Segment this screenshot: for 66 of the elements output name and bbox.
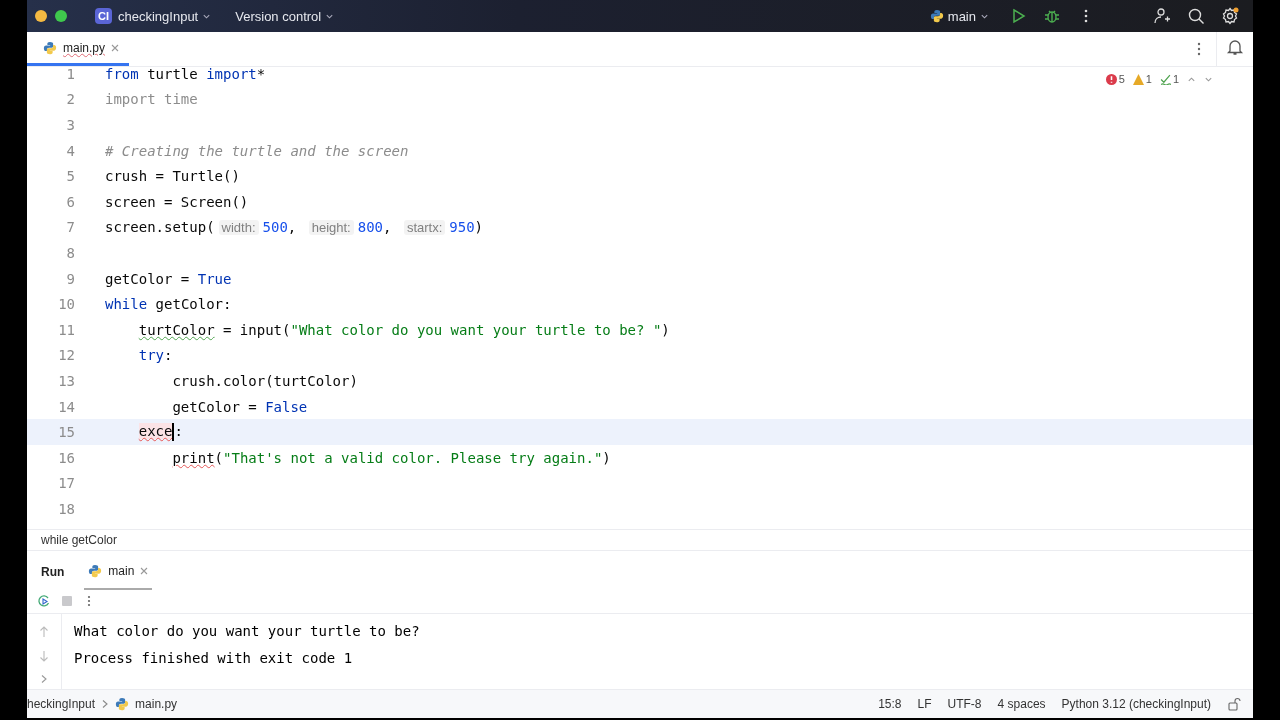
line-number: 14 bbox=[57, 398, 76, 415]
line-number: 6 bbox=[65, 193, 76, 210]
line-number: 13 bbox=[57, 372, 76, 389]
path-segment[interactable]: heckingInput bbox=[27, 697, 96, 711]
line-number: 1 bbox=[65, 67, 76, 82]
close-icon[interactable] bbox=[111, 43, 120, 52]
line-number: 11 bbox=[57, 321, 76, 338]
line-number: 12 bbox=[57, 347, 76, 364]
run-config-menu[interactable]: main bbox=[929, 8, 989, 24]
code-line: print("That's not a valid color. Please try again.") bbox=[171, 449, 611, 466]
vcs-menu[interactable]: Version control bbox=[235, 8, 335, 24]
status-item[interactable]: Python 3.12 (checkingInput) bbox=[1061, 697, 1211, 711]
zoom-dot[interactable] bbox=[55, 10, 67, 22]
python-icon bbox=[929, 9, 944, 23]
run-tab[interactable]: main bbox=[84, 554, 153, 590]
python-icon bbox=[115, 697, 130, 711]
code-line: crush = Turtle() bbox=[105, 168, 240, 185]
line-number: 10 bbox=[57, 296, 76, 313]
chevron-right-icon bbox=[101, 699, 110, 709]
path-segment[interactable]: main.py bbox=[135, 697, 178, 711]
close-icon[interactable] bbox=[140, 567, 149, 575]
breadcrumb[interactable]: while getColor bbox=[41, 533, 118, 547]
typo-count[interactable]: 1 bbox=[1159, 73, 1179, 85]
status-item[interactable]: 4 spaces bbox=[997, 697, 1046, 711]
text-caret bbox=[172, 423, 175, 442]
line-number: 18 bbox=[57, 500, 76, 517]
code-line: from turtle import* bbox=[105, 67, 266, 82]
line-number: 4 bbox=[65, 142, 76, 159]
console-line: Process finished with exit code 1 bbox=[74, 648, 354, 668]
line-number: 15 bbox=[57, 424, 76, 441]
line-number: 3 bbox=[65, 117, 76, 133]
python-icon bbox=[43, 40, 57, 55]
code-line: crush.color(turtColor) bbox=[171, 372, 358, 389]
search-icon[interactable] bbox=[1187, 7, 1205, 25]
code-line: exce: bbox=[137, 423, 183, 442]
code-line: getColor = False bbox=[171, 398, 308, 415]
code-line: try: bbox=[137, 347, 173, 364]
code-line: screen = Screen() bbox=[105, 193, 249, 210]
code-line: screen.setup( width: 500, height: 800, startx: 950) bbox=[105, 219, 484, 236]
lock-icon[interactable] bbox=[1227, 697, 1241, 711]
tool-window-title: Run bbox=[41, 565, 65, 579]
line-number: 17 bbox=[57, 475, 76, 492]
code-line: turtColor = input("What color do you want your turtle to be? ") bbox=[137, 321, 670, 338]
project-badge: CI bbox=[95, 8, 112, 24]
python-icon bbox=[88, 564, 103, 578]
line-number: 2 bbox=[65, 91, 76, 108]
minimize-dot[interactable] bbox=[35, 10, 47, 22]
code-line: while getColor: bbox=[105, 296, 232, 313]
code-line: import time bbox=[105, 91, 198, 108]
status-item[interactable]: UTF-8 bbox=[947, 697, 982, 711]
line-number: 7 bbox=[65, 219, 76, 236]
status-item[interactable]: 15:8 bbox=[878, 697, 902, 711]
chevron-right-icon[interactable] bbox=[40, 674, 48, 684]
line-number: 16 bbox=[57, 449, 76, 466]
line-number: 9 bbox=[65, 270, 76, 287]
line-number: 8 bbox=[65, 244, 76, 261]
settings-icon[interactable] bbox=[1221, 7, 1239, 25]
add-user-icon[interactable] bbox=[1153, 7, 1171, 25]
line-number: 5 bbox=[65, 168, 76, 185]
status-item[interactable]: LF bbox=[917, 697, 932, 711]
bell-icon[interactable] bbox=[1226, 38, 1244, 56]
rerun-icon[interactable] bbox=[37, 592, 51, 610]
project-menu[interactable]: checkingInput bbox=[118, 8, 212, 24]
code-line: # Creating the turtle and the screen bbox=[105, 142, 409, 159]
code-line: getColor = True bbox=[105, 270, 232, 287]
console-line: What color do you want your turtle to be? bbox=[74, 622, 420, 642]
